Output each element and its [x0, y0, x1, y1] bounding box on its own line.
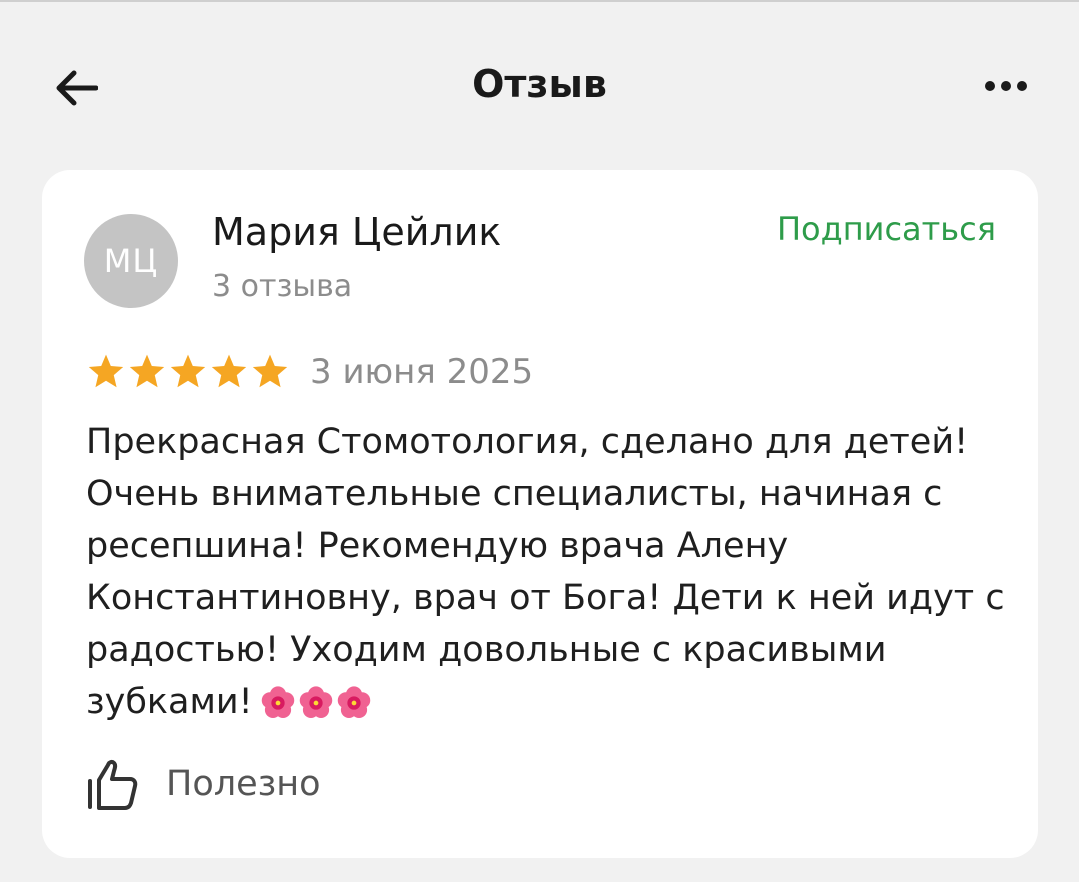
author-name[interactable]: Мария Цейлик: [212, 208, 501, 256]
avatar[interactable]: МЦ: [84, 214, 178, 308]
hibiscus-icon: [261, 686, 294, 719]
star-icon: [209, 353, 249, 391]
star-icon: [86, 353, 126, 391]
subscribe-button[interactable]: Подписаться: [777, 208, 996, 250]
helpful-button[interactable]: Полезно: [86, 754, 321, 814]
author-reviews-count: 3 отзыва: [212, 269, 353, 304]
thumbs-up-icon: [88, 759, 138, 810]
rating-row: 3 июня 2025: [86, 350, 533, 394]
more-horizontal-icon: [985, 81, 1027, 91]
app-header: Отзыв: [0, 40, 1079, 130]
avatar-initials: МЦ: [103, 242, 159, 280]
more-button[interactable]: [978, 64, 1034, 108]
helpful-label: Полезно: [166, 764, 321, 804]
review-text: Прекрасная Стомотология, сделано для дет…: [86, 416, 1006, 728]
star-icon: [168, 353, 208, 391]
top-divider: [0, 0, 1079, 2]
review-date: 3 июня 2025: [310, 352, 534, 392]
page-title: Отзыв: [472, 62, 607, 106]
star-rating: [86, 353, 290, 391]
review-card: МЦ Мария Цейлик 3 отзыва Подписаться 3 и…: [42, 170, 1038, 858]
star-icon: [250, 353, 290, 391]
review-body: Прекрасная Стомотология, сделано для дет…: [86, 422, 1005, 722]
star-icon: [127, 353, 167, 391]
hibiscus-icon: [299, 686, 332, 719]
flower-emojis: [259, 684, 373, 722]
hibiscus-icon: [337, 686, 370, 719]
